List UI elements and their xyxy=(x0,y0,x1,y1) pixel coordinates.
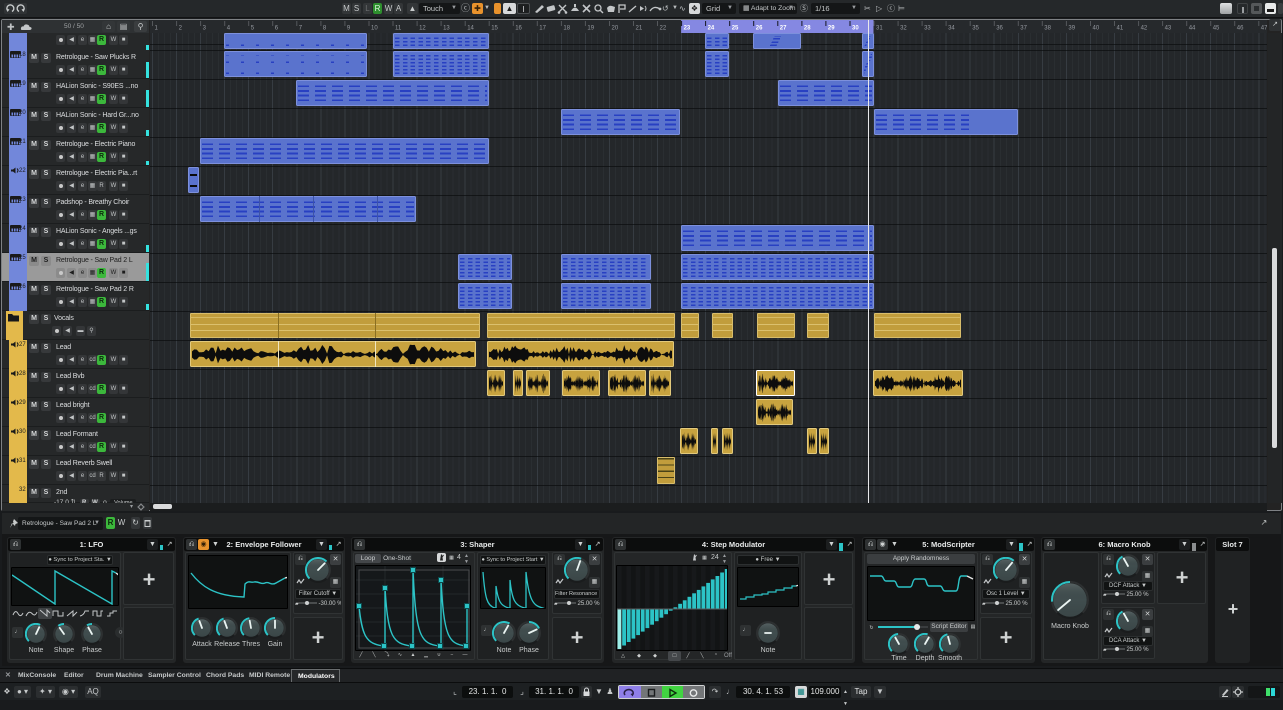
svg-text:11: 11 xyxy=(395,26,402,32)
svg-text:19: 19 xyxy=(587,26,594,32)
svg-text:18: 18 xyxy=(563,26,570,32)
svg-text:2: 2 xyxy=(179,26,183,32)
svg-text:32: 32 xyxy=(900,26,907,32)
svg-text:31: 31 xyxy=(876,26,883,32)
svg-text:47: 47 xyxy=(1261,26,1267,32)
svg-text:17: 17 xyxy=(539,26,546,32)
svg-text:8: 8 xyxy=(323,26,327,32)
svg-text:37: 37 xyxy=(1020,26,1027,32)
svg-text:21: 21 xyxy=(636,26,643,32)
svg-text:36: 36 xyxy=(996,26,1003,32)
svg-text:44: 44 xyxy=(1189,26,1196,32)
svg-text:23: 23 xyxy=(684,26,691,32)
svg-text:33: 33 xyxy=(924,26,931,32)
svg-text:1: 1 xyxy=(155,26,159,32)
svg-text:10: 10 xyxy=(371,26,378,32)
svg-text:20: 20 xyxy=(612,26,619,32)
svg-text:5: 5 xyxy=(251,26,255,32)
svg-text:4: 4 xyxy=(227,26,231,32)
svg-text:14: 14 xyxy=(467,26,474,32)
svg-text:46: 46 xyxy=(1237,26,1244,32)
svg-text:25: 25 xyxy=(732,26,739,32)
svg-text:22: 22 xyxy=(660,26,667,32)
svg-text:6: 6 xyxy=(275,26,279,32)
svg-text:38: 38 xyxy=(1044,26,1051,32)
svg-text:45: 45 xyxy=(1213,26,1220,32)
svg-text:12: 12 xyxy=(419,26,426,32)
svg-text:34: 34 xyxy=(948,26,955,32)
svg-text:26: 26 xyxy=(756,26,763,32)
svg-text:7: 7 xyxy=(299,26,303,32)
svg-text:29: 29 xyxy=(828,26,835,32)
svg-text:30: 30 xyxy=(852,26,859,32)
svg-text:41: 41 xyxy=(1117,26,1124,32)
svg-text:35: 35 xyxy=(972,26,979,32)
svg-text:42: 42 xyxy=(1141,26,1148,32)
svg-text:40: 40 xyxy=(1093,26,1100,32)
svg-text:28: 28 xyxy=(804,26,811,32)
svg-text:15: 15 xyxy=(491,26,498,32)
svg-text:39: 39 xyxy=(1068,26,1075,32)
svg-text:16: 16 xyxy=(515,26,522,32)
svg-text:24: 24 xyxy=(708,26,715,32)
svg-text:27: 27 xyxy=(780,26,787,32)
svg-text:9: 9 xyxy=(347,26,351,32)
svg-text:43: 43 xyxy=(1165,26,1172,32)
svg-text:13: 13 xyxy=(443,26,450,32)
svg-text:3: 3 xyxy=(203,26,207,32)
